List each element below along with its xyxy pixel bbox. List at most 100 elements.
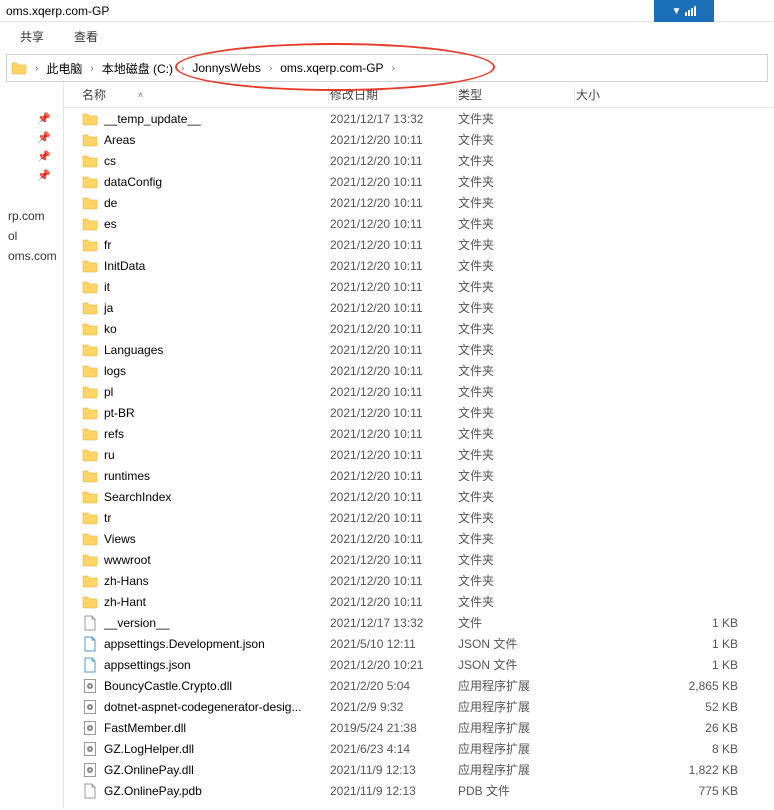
file-row[interactable]: wwwroot2021/12/20 10:11文件夹 [64, 549, 774, 570]
folder-icon [82, 573, 98, 589]
file-name: GZ.OnlinePay.dll [104, 763, 194, 777]
file-row[interactable]: GZ.OnlinePay.dll2021/11/9 12:13应用程序扩展1,8… [64, 759, 774, 780]
folder-icon [82, 153, 98, 169]
file-row[interactable]: runtimes2021/12/20 10:11文件夹 [64, 465, 774, 486]
signal-bars-icon [685, 6, 696, 16]
file-date: 2021/12/20 10:11 [330, 364, 458, 378]
file-row[interactable]: pt-BR2021/12/20 10:11文件夹 [64, 402, 774, 423]
file-name-cell: ru [82, 447, 330, 463]
file-name-cell: appsettings.Development.json [82, 636, 330, 652]
file-date: 2021/12/20 10:11 [330, 196, 458, 210]
pin-icon[interactable]: 📌 [37, 169, 51, 182]
file-row[interactable]: __temp_update__2021/12/17 13:32文件夹 [64, 108, 774, 129]
file-row[interactable]: appsettings.json2021/12/20 10:21JSON 文件1… [64, 654, 774, 675]
file-name-cell: pl [82, 384, 330, 400]
breadcrumb-segment[interactable]: oms.xqerp.com-GP [276, 55, 387, 81]
file-name-cell: ko [82, 321, 330, 337]
folder-icon [82, 468, 98, 484]
file-row[interactable]: __version__2021/12/17 13:32文件1 KB [64, 612, 774, 633]
file-row[interactable]: zh-Hans2021/12/20 10:11文件夹 [64, 570, 774, 591]
folder-icon [82, 426, 98, 442]
file-size: 1 KB [576, 616, 774, 630]
sidebar-item[interactable]: rp.com [0, 206, 63, 226]
file-row[interactable]: GZ.OnlinePay.pdb2021/11/9 12:13PDB 文件775… [64, 780, 774, 801]
file-name-cell: dotnet-aspnet-codegenerator-desig... [82, 699, 330, 715]
chevron-right-icon[interactable]: › [388, 63, 399, 74]
file-row[interactable]: zh-Hant2021/12/20 10:11文件夹 [64, 591, 774, 612]
folder-icon [82, 132, 98, 148]
file-row[interactable]: tr2021/12/20 10:11文件夹 [64, 507, 774, 528]
file-row[interactable]: cs2021/12/20 10:11文件夹 [64, 150, 774, 171]
file-type: 文件夹 [458, 362, 576, 379]
file-row[interactable]: logs2021/12/20 10:11文件夹 [64, 360, 774, 381]
file-row[interactable]: SearchIndex2021/12/20 10:11文件夹 [64, 486, 774, 507]
file-row[interactable]: ko2021/12/20 10:11文件夹 [64, 318, 774, 339]
sidebar-item[interactable]: oms.com [0, 246, 63, 266]
file-name-cell: zh-Hans [82, 573, 330, 589]
file-date: 2021/12/20 10:11 [330, 406, 458, 420]
file-row[interactable]: refs2021/12/20 10:11文件夹 [64, 423, 774, 444]
chevron-right-icon[interactable]: › [31, 63, 42, 74]
file-date: 2021/12/20 10:11 [330, 343, 458, 357]
file-type: 应用程序扩展 [458, 761, 576, 778]
breadcrumb-segment[interactable]: 本地磁盘 (C:) [98, 55, 177, 81]
file-name: BouncyCastle.Crypto.dll [104, 679, 232, 693]
file-name-cell: __version__ [82, 615, 330, 631]
folder-icon [82, 300, 98, 316]
file-name: appsettings.Development.json [104, 637, 265, 651]
dll-icon [82, 741, 98, 757]
file-name: dotnet-aspnet-codegenerator-desig... [104, 700, 301, 714]
file-row[interactable]: appsettings.Development.json 2021/5/10 12… [64, 633, 774, 654]
column-header-name[interactable]: 名称˄ [82, 86, 330, 103]
file-type: 文件夹 [458, 299, 576, 316]
file-name: runtimes [104, 469, 150, 483]
folder-icon [82, 258, 98, 274]
menu-view[interactable]: 查看 [74, 28, 98, 45]
file-row[interactable]: es2021/12/20 10:11文件夹 [64, 213, 774, 234]
menu-share[interactable]: 共享 [20, 28, 44, 45]
file-row[interactable]: ja2021/12/20 10:11文件夹 [64, 297, 774, 318]
chevron-right-icon[interactable]: › [86, 63, 97, 74]
file-date: 2021/12/20 10:21 [330, 658, 458, 672]
chevron-right-icon[interactable]: › [177, 63, 188, 74]
file-row[interactable]: Languages2021/12/20 10:11文件夹 [64, 339, 774, 360]
file-row[interactable]: de2021/12/20 10:11文件夹 [64, 192, 774, 213]
file-row[interactable]: InitData2021/12/20 10:11文件夹 [64, 255, 774, 276]
file-date: 2021/12/20 10:11 [330, 427, 458, 441]
file-name-cell: FastMember.dll [82, 720, 330, 736]
breadcrumb-segment[interactable]: JonnysWebs [188, 55, 264, 81]
file-name-cell: zh-Hant [82, 594, 330, 610]
column-header-size[interactable]: 大小 [576, 86, 774, 103]
pin-icon[interactable]: 📌 [37, 112, 51, 125]
dll-icon [82, 678, 98, 694]
file-name: de [104, 196, 117, 210]
chevron-right-icon[interactable]: › [265, 63, 276, 74]
file-row[interactable]: pl2021/12/20 10:11文件夹 [64, 381, 774, 402]
pin-icon[interactable]: 📌 [37, 150, 51, 163]
file-name-cell: __temp_update__ [82, 111, 330, 127]
file-row[interactable]: Areas2021/12/20 10:11文件夹 [64, 129, 774, 150]
file-row[interactable]: GZ.LogHelper.dll2021/6/23 4:14应用程序扩展8 KB [64, 738, 774, 759]
file-row[interactable]: dataConfig2021/12/20 10:11文件夹 [64, 171, 774, 192]
file-name-cell: ja [82, 300, 330, 316]
file-row[interactable]: BouncyCastle.Crypto.dll2021/2/20 5:04应用程… [64, 675, 774, 696]
sidebar-item[interactable]: ol [0, 226, 63, 246]
file-row[interactable]: ru2021/12/20 10:11文件夹 [64, 444, 774, 465]
folder-icon [82, 531, 98, 547]
file-row[interactable]: fr2021/12/20 10:11文件夹 [64, 234, 774, 255]
file-row[interactable]: it2021/12/20 10:11文件夹 [64, 276, 774, 297]
file-date: 2021/12/20 10:11 [330, 238, 458, 252]
file-row[interactable]: dotnet-aspnet-codegenerator-desig...2021… [64, 696, 774, 717]
file-row[interactable]: FastMember.dll2019/5/24 21:38应用程序扩展26 KB [64, 717, 774, 738]
column-header-type[interactable]: 类型 [458, 86, 576, 103]
pin-icon[interactable]: 📌 [37, 131, 51, 144]
file-row[interactable]: Views2021/12/20 10:11文件夹 [64, 528, 774, 549]
file-icon [82, 615, 98, 631]
sort-asc-icon: ˄ [138, 90, 143, 100]
breadcrumb-segment[interactable]: 此电脑 [42, 55, 86, 81]
address-bar[interactable]: › 此电脑›本地磁盘 (C:)›JonnysWebs›oms.xqerp.com… [6, 54, 768, 82]
column-header-date[interactable]: 修改日期 [330, 86, 458, 103]
file-type: 应用程序扩展 [458, 740, 576, 757]
file-name: pt-BR [104, 406, 135, 420]
file-date: 2021/5/10 12:11 [330, 637, 458, 651]
